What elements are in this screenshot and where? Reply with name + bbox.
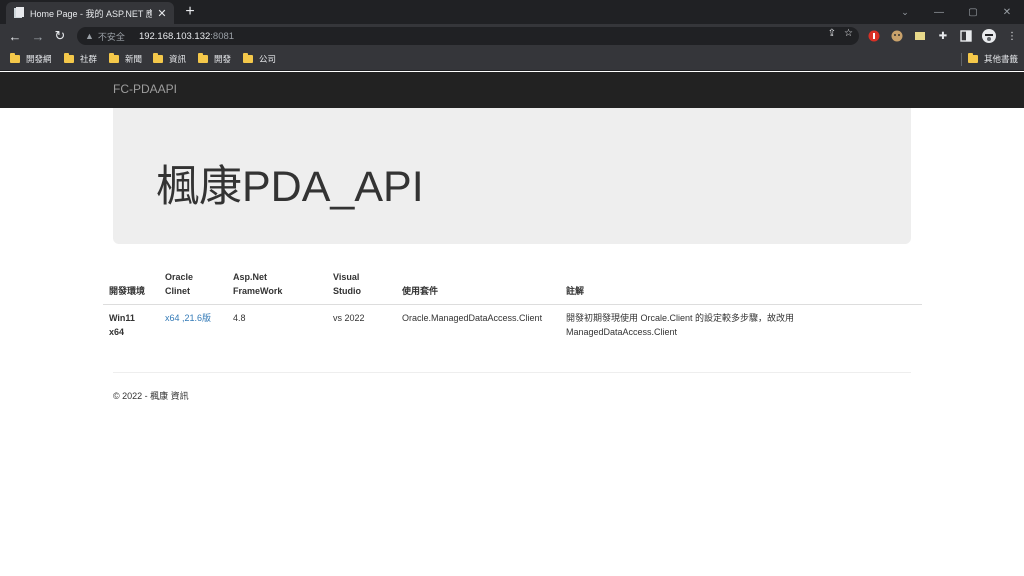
- extension-note-icon[interactable]: [912, 28, 928, 44]
- footer-copyright: © 2022 - 楓康 資訊: [113, 391, 189, 401]
- oracle-client-link[interactable]: x64 ,21.6版: [165, 313, 211, 323]
- profile-avatar-icon[interactable]: [981, 28, 997, 44]
- extension-red-icon[interactable]: [866, 28, 882, 44]
- page-icon: [12, 7, 24, 19]
- back-icon[interactable]: ←: [6, 27, 24, 45]
- bookmark-label: 資訊: [169, 54, 187, 64]
- brand-link[interactable]: FC-PDAAPI: [113, 82, 177, 96]
- footer-divider: [113, 372, 911, 373]
- bookmarks-bar: 開發網 社群 新聞 資訊 開發 公司 其他書籤: [0, 48, 1024, 71]
- close-window-button[interactable]: ✕: [990, 0, 1024, 24]
- other-bookmarks-folder[interactable]: 其他書籤: [968, 53, 1018, 65]
- folder-icon: [64, 53, 74, 63]
- tab-strip: Home Page - 我的 ASP.NET 應用 ✕ + ⌄ — ▢ ✕: [0, 0, 1024, 24]
- table-row: Win11 x64 x64 ,21.6版 4.8 vs 2022 Oracle.M…: [103, 305, 922, 346]
- table-header-row: 開發環境 Oracle Clinet Asp.Net FrameWork Visua…: [103, 268, 922, 305]
- visual-studio-cell: vs 2022: [333, 313, 365, 323]
- bookmark-folder[interactable]: 社群: [64, 53, 97, 65]
- oracle-client-cell: x64 ,21.6版: [159, 305, 227, 346]
- bookmark-folder[interactable]: 開發: [198, 53, 231, 65]
- browser-tab[interactable]: Home Page - 我的 ASP.NET 應用 ✕: [6, 2, 174, 24]
- close-tab-icon[interactable]: ✕: [156, 7, 168, 20]
- share-icon[interactable]: ⇪: [828, 28, 836, 39]
- new-tab-button[interactable]: +: [182, 2, 198, 22]
- folder-icon: [10, 53, 20, 63]
- tab-title: Home Page - 我的 ASP.NET 應用: [30, 8, 152, 19]
- folder-icon: [243, 53, 253, 63]
- bookmark-label: 新聞: [125, 54, 143, 64]
- site-navbar: FC-PDAAPI: [0, 72, 1024, 108]
- minimize-button[interactable]: —: [922, 0, 956, 24]
- extensions-area: ✚ ⋮: [866, 28, 1020, 44]
- forward-icon[interactable]: →: [29, 27, 47, 45]
- url-port: :8081: [210, 30, 235, 42]
- bookmark-label: 其他書籤: [984, 54, 1019, 64]
- package-cell: Oracle.ManagedDataAccess.Client: [402, 313, 543, 323]
- bookmark-folder[interactable]: 新聞: [109, 53, 142, 65]
- bookmark-folder[interactable]: 資訊: [153, 53, 186, 65]
- extensions-puzzle-icon[interactable]: ✚: [935, 28, 951, 44]
- env-cell: Win11 x64: [109, 313, 135, 337]
- bookmark-separator: [961, 53, 962, 66]
- bookmark-star-icon[interactable]: ☆: [844, 28, 853, 39]
- url-host: 192.168.103.132: [138, 30, 211, 42]
- folder-icon: [968, 53, 978, 63]
- column-header: 使用套件: [396, 268, 560, 305]
- address-bar[interactable]: ▲ 不安全 192.168.103.132:8081 ⇪ ☆: [77, 27, 859, 45]
- side-panel-icon[interactable]: [958, 28, 974, 44]
- folder-icon: [153, 53, 163, 63]
- maximize-button[interactable]: ▢: [956, 0, 990, 24]
- bookmark-label: 開發網: [26, 54, 52, 64]
- tab-search-icon[interactable]: ⌄: [888, 0, 922, 24]
- column-header: Visual Studio: [327, 268, 396, 305]
- warning-icon[interactable]: ▲: [85, 31, 94, 41]
- bookmark-folder[interactable]: 開發網: [10, 53, 52, 65]
- bookmark-folder[interactable]: 公司: [243, 53, 276, 65]
- environment-table: 開發環境 Oracle Clinet Asp.Net FrameWork Visua…: [103, 268, 922, 345]
- page-title: 楓康PDA_API: [156, 163, 424, 211]
- bookmark-label: 社群: [80, 54, 98, 64]
- menu-icon[interactable]: ⋮: [1004, 28, 1020, 44]
- window-controls: ⌄ — ▢ ✕: [888, 0, 1024, 24]
- browser-toolbar: ← → ↻ ▲ 不安全 192.168.103.132:8081 ⇪ ☆ ✚ ⋮: [0, 24, 1024, 48]
- framework-cell: 4.8: [233, 313, 246, 323]
- column-header: Asp.Net FrameWork: [227, 268, 327, 305]
- jumbotron: 楓康PDA_API: [113, 108, 911, 244]
- column-header: 開發環境: [103, 268, 159, 305]
- column-header: 註解: [560, 268, 922, 305]
- reload-icon[interactable]: ↻: [51, 27, 69, 45]
- not-secure-label[interactable]: 不安全: [98, 30, 125, 43]
- bookmark-label: 公司: [259, 54, 277, 64]
- column-header: Oracle Clinet: [159, 268, 227, 305]
- folder-icon: [109, 53, 119, 63]
- extension-face-icon[interactable]: [889, 28, 905, 44]
- note-cell: 開發初期發現使用 Orcale.Client 的設定較多步驟，故改用 Manage…: [566, 313, 795, 337]
- bookmark-label: 開發: [214, 54, 232, 64]
- folder-icon: [198, 53, 208, 63]
